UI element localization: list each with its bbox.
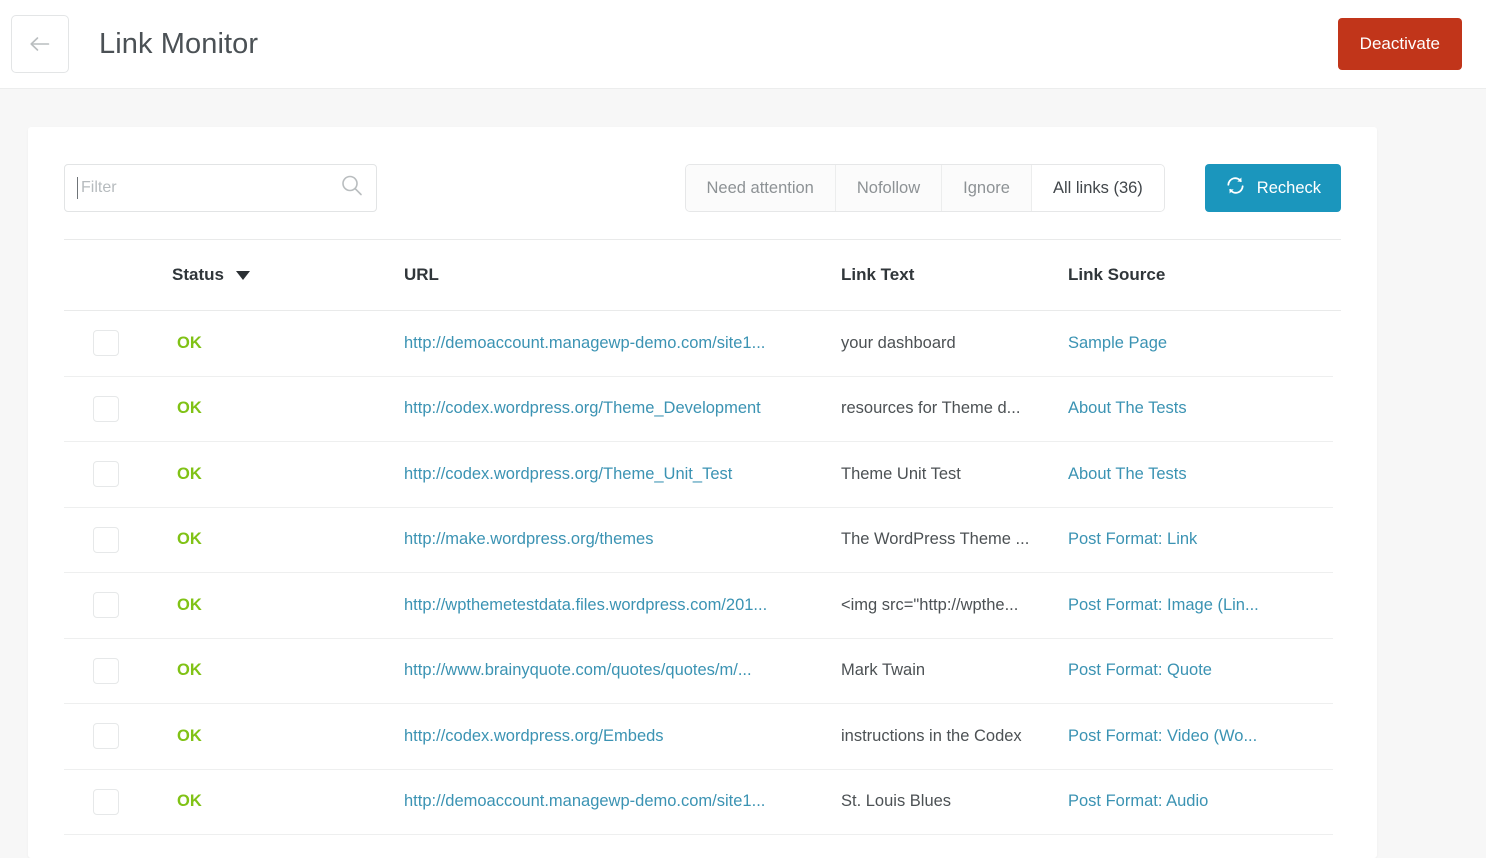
row-link-text: The WordPress Theme ...: [841, 530, 1068, 549]
back-button[interactable]: [11, 15, 69, 73]
row-checkbox-cell: [64, 330, 172, 356]
row-link-source[interactable]: Post Format: Link: [1068, 530, 1197, 548]
table-row[interactable]: OK http://wpthemetestdata.files.wordpres…: [64, 573, 1333, 639]
row-status: OK: [172, 596, 404, 615]
row-checkbox[interactable]: [93, 396, 119, 422]
row-link-source[interactable]: Post Format: Image (Lin...: [1068, 596, 1259, 614]
deactivate-button[interactable]: Deactivate: [1338, 18, 1462, 70]
page-body: Need attention Nofollow Ignore All links…: [0, 89, 1486, 858]
tab-ignore[interactable]: Ignore: [942, 165, 1032, 211]
row-url-link[interactable]: http://wpthemetestdata.files.wordpress.c…: [404, 596, 767, 614]
text-cursor: [77, 177, 78, 199]
filter-input[interactable]: [64, 164, 377, 212]
tab-nofollow[interactable]: Nofollow: [836, 165, 942, 211]
row-checkbox[interactable]: [93, 592, 119, 618]
row-url-link[interactable]: http://codex.wordpress.org/Embeds: [404, 727, 664, 745]
refresh-icon: [1225, 175, 1246, 201]
row-link-text: <img src="http://wpthe...: [841, 596, 1068, 615]
recheck-label: Recheck: [1257, 179, 1321, 198]
row-checkbox[interactable]: [93, 330, 119, 356]
header-url-label: URL: [404, 265, 841, 285]
tab-need-attention[interactable]: Need attention: [686, 165, 836, 211]
row-url-link[interactable]: http://www.brainyquote.com/quotes/quotes…: [404, 661, 752, 679]
row-url-link[interactable]: http://make.wordpress.org/themes: [404, 530, 653, 548]
row-status: OK: [172, 465, 404, 484]
table-row[interactable]: OK http://www.brainyquote.com/quotes/quo…: [64, 639, 1333, 705]
row-link-text: your dashboard: [841, 334, 1068, 353]
row-link-text: Mark Twain: [841, 661, 1068, 680]
row-checkbox[interactable]: [93, 789, 119, 815]
row-link-text: St. Louis Blues: [841, 792, 1068, 811]
table-row[interactable]: OK http://demoaccount.managewp-demo.com/…: [64, 311, 1333, 377]
row-link-source[interactable]: Sample Page: [1068, 334, 1167, 352]
header-status-col: Status: [172, 265, 404, 285]
header-link-text-label: Link Text: [841, 265, 1068, 285]
row-url-link[interactable]: http://codex.wordpress.org/Theme_Develop…: [404, 399, 761, 417]
filter-tabs: Need attention Nofollow Ignore All links…: [685, 164, 1165, 212]
row-link-source[interactable]: About The Tests: [1068, 465, 1187, 483]
table-row[interactable]: OK http://make.wordpress.org/themes The …: [64, 508, 1333, 574]
row-checkbox[interactable]: [93, 527, 119, 553]
recheck-button[interactable]: Recheck: [1205, 164, 1341, 212]
row-url-link[interactable]: http://codex.wordpress.org/Theme_Unit_Te…: [404, 465, 732, 483]
row-status: OK: [172, 661, 404, 680]
row-checkbox-cell: [64, 592, 172, 618]
header-link-source-label: Link Source: [1068, 265, 1328, 285]
caret-down-icon[interactable]: [236, 271, 250, 280]
row-status: OK: [172, 727, 404, 746]
row-checkbox[interactable]: [93, 658, 119, 684]
row-url-link[interactable]: http://demoaccount.managewp-demo.com/sit…: [404, 334, 765, 352]
row-checkbox-cell: [64, 396, 172, 422]
top-bar: Link Monitor Deactivate: [0, 0, 1486, 89]
row-checkbox-cell: [64, 527, 172, 553]
row-status: OK: [172, 530, 404, 549]
row-link-text: instructions in the Codex: [841, 727, 1068, 746]
table-body-scroll-area: OK http://demoaccount.managewp-demo.com/…: [64, 310, 1341, 843]
row-checkbox-cell: [64, 658, 172, 684]
row-link-text: resources for Theme d...: [841, 399, 1068, 418]
toolbar: Need attention Nofollow Ignore All links…: [28, 127, 1377, 212]
row-checkbox-cell: [64, 789, 172, 815]
table-header-row: Status URL Link Text Link Source: [64, 240, 1341, 310]
row-status: OK: [172, 334, 404, 353]
page-title: Link Monitor: [99, 28, 258, 61]
row-status: OK: [172, 399, 404, 418]
row-url-link[interactable]: http://demoaccount.managewp-demo.com/sit…: [404, 792, 765, 810]
row-checkbox[interactable]: [93, 723, 119, 749]
row-checkbox-cell: [64, 461, 172, 487]
tab-all-links[interactable]: All links (36): [1032, 165, 1164, 211]
table-row[interactable]: OK http://codex.wordpress.org/Theme_Deve…: [64, 377, 1333, 443]
arrow-left-icon: [28, 35, 52, 53]
row-link-source[interactable]: Post Format: Quote: [1068, 661, 1212, 679]
row-status: OK: [172, 792, 404, 811]
row-link-source[interactable]: About The Tests: [1068, 399, 1187, 417]
filter-field-wrapper: [64, 164, 377, 212]
table-row[interactable]: OK http://codex.wordpress.org/Theme_Unit…: [64, 442, 1333, 508]
link-monitor-card: Need attention Nofollow Ignore All links…: [28, 127, 1377, 858]
table-body: OK http://demoaccount.managewp-demo.com/…: [64, 311, 1333, 835]
row-checkbox[interactable]: [93, 461, 119, 487]
row-checkbox-cell: [64, 723, 172, 749]
table-row[interactable]: OK http://codex.wordpress.org/Embeds ins…: [64, 704, 1333, 770]
row-link-source[interactable]: Post Format: Audio: [1068, 792, 1208, 810]
header-status-label: Status: [172, 265, 224, 285]
row-link-source[interactable]: Post Format: Video (Wo...: [1068, 727, 1257, 745]
row-link-text: Theme Unit Test: [841, 465, 1068, 484]
table-row[interactable]: OK http://demoaccount.managewp-demo.com/…: [64, 770, 1333, 836]
links-table: Status URL Link Text Link Source OK http…: [64, 239, 1341, 843]
